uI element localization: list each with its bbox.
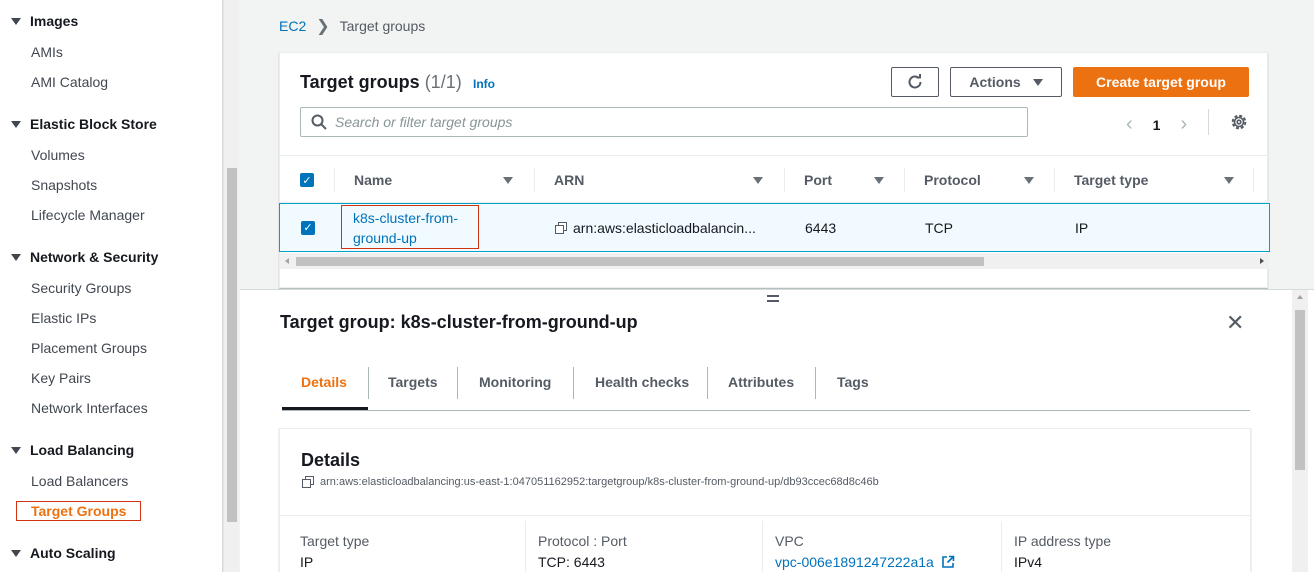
details-container: Details arn:aws:elasticloadbalancing:us-… [279,428,1251,572]
scroll-left-icon[interactable] [285,258,289,264]
split-panel-scrollbar[interactable] [1292,290,1308,572]
detail-vpc: VPC vpc-006e1891247222a1a [775,533,955,570]
search-input[interactable]: Search or filter target groups [300,107,1028,137]
sidebar-item-security-groups[interactable]: Security Groups [31,280,131,296]
panel-title: Target groups (1/1) [300,72,462,92]
table-row[interactable]: ✓ k8s-cluster-from-ground-up arn:aws:ela… [279,203,1270,252]
refresh-button[interactable] [891,67,939,97]
caret-down-icon [11,120,21,128]
page-number[interactable]: 1 [1153,117,1161,133]
sidebar-item-key-pairs[interactable]: Key Pairs [31,370,91,386]
sidebar-item-lifecycle-manager[interactable]: Lifecycle Manager [31,207,145,223]
target-groups-panel: Target groups (1/1) Info Actions Create … [279,52,1270,288]
caret-down-icon [11,446,21,454]
column-header-name[interactable]: Name [334,156,534,204]
copy-icon[interactable] [302,476,314,488]
copy-icon[interactable] [555,221,567,234]
sidebar-item-elastic-ips[interactable]: Elastic IPs [31,310,96,326]
sidebar-section-ebs[interactable]: Elastic Block Store [11,116,157,132]
tab-attributes[interactable]: Attributes [728,367,794,397]
checkmark-icon: ✓ [301,220,315,235]
vpc-link[interactable]: vpc-006e1891247222a1a [775,554,934,570]
checkmark-icon: ✓ [300,173,314,187]
target-group-name-link[interactable]: k8s-cluster-from-ground-up [341,205,479,249]
chevron-left-icon[interactable]: ‹ [1126,113,1133,136]
caret-down-icon [11,253,21,261]
sidebar-section-network-security[interactable]: Network & Security [11,249,158,265]
caret-down-icon [11,17,21,25]
detail-ip-address-type: IP address type IPv4 [1014,533,1112,570]
drag-handle-icon[interactable] [767,295,779,305]
row-target-type: IP [1075,219,1089,236]
tab-monitoring[interactable]: Monitoring [479,367,551,397]
row-arn: arn:aws:elasticloadbalancin... [555,204,756,251]
scrollbar-thumb[interactable] [227,168,237,522]
sidebar-item-load-balancers[interactable]: Load Balancers [31,473,128,489]
split-panel: Target group: k8s-cluster-from-ground-up… [240,289,1314,572]
gear-icon[interactable] [1230,113,1248,131]
divider [280,515,1250,516]
split-panel-title: Target group: k8s-cluster-from-ground-up [280,312,638,332]
pagination: ‹ 1 › [1126,113,1187,136]
tab-bar: Details Targets Monitoring Health checks… [282,355,1250,411]
sidebar-section-auto-scaling[interactable]: Auto Scaling [11,545,116,561]
sidebar-item-network-interfaces[interactable]: Network Interfaces [31,400,148,416]
actions-button[interactable]: Actions [950,67,1062,97]
row-checkbox[interactable]: ✓ [301,204,315,251]
caret-down-icon [11,549,21,557]
details-arn: arn:aws:elasticloadbalancing:us-east-1:0… [302,476,879,488]
breadcrumb-current: Target groups [339,18,426,34]
sort-icon[interactable] [753,176,763,184]
column-header-target-type[interactable]: Target type [1054,156,1254,204]
sort-icon[interactable] [874,176,884,184]
chevron-right-icon: ❯ [316,18,330,35]
chevron-right-icon[interactable]: › [1180,113,1187,136]
active-tab-indicator [282,407,368,410]
sort-icon[interactable] [1024,176,1034,184]
detail-target-type: Target type IP [300,533,370,570]
table-horizontal-scrollbar[interactable] [280,253,1269,269]
search-placeholder: Search or filter target groups [335,114,513,130]
divider [1208,109,1209,135]
sidebar-item-target-groups[interactable]: Target Groups [16,501,142,521]
table-header: ✓ Name ARN Port Protocol Target type [280,155,1269,203]
search-icon [311,114,327,130]
panel-count: (1/1) [424,72,462,92]
refresh-icon [908,74,922,89]
sidebar-section-images[interactable]: Images [11,13,78,29]
detail-protocol-port: Protocol : Port TCP: 6443 [538,533,627,570]
sidebar-item-amis[interactable]: AMIs [31,44,63,60]
external-link-icon[interactable] [941,555,955,569]
tab-targets[interactable]: Targets [388,367,438,397]
close-icon[interactable]: ✕ [1226,312,1244,334]
row-port: 6443 [805,219,837,236]
sidebar-nav: Images AMIs AMI Catalog Elastic Block St… [0,0,223,572]
scrollbar-thumb[interactable] [1295,310,1305,470]
details-title: Details [301,450,361,470]
select-all-checkbox[interactable]: ✓ [300,156,314,204]
scrollbar-thumb[interactable] [296,257,984,266]
breadcrumb-ec2[interactable]: EC2 [279,18,306,34]
caret-down-icon [1032,78,1043,86]
info-link[interactable]: Info [473,77,495,91]
scroll-right-icon[interactable] [1260,258,1264,264]
sidebar-scrollbar[interactable] [223,0,239,572]
create-target-group-button[interactable]: Create target group [1073,67,1249,97]
sidebar-section-load-balancing[interactable]: Load Balancing [11,442,134,458]
sort-icon[interactable] [503,176,513,184]
column-header-port[interactable]: Port [784,156,904,204]
tab-details[interactable]: Details [301,367,347,397]
sidebar-item-ami-catalog[interactable]: AMI Catalog [31,74,108,90]
sidebar-item-volumes[interactable]: Volumes [31,147,85,163]
tab-health-checks[interactable]: Health checks [595,367,689,397]
tab-tags[interactable]: Tags [837,367,869,397]
sort-icon[interactable] [1224,176,1234,184]
column-header-arn[interactable]: ARN [534,156,784,204]
row-protocol: TCP [925,219,953,236]
sidebar-item-snapshots[interactable]: Snapshots [31,177,97,193]
breadcrumb: EC2 ❯ Target groups [279,16,425,36]
column-header-protocol[interactable]: Protocol [904,156,1054,204]
scroll-up-icon[interactable] [1297,295,1303,299]
sidebar-item-placement-groups[interactable]: Placement Groups [31,340,147,356]
